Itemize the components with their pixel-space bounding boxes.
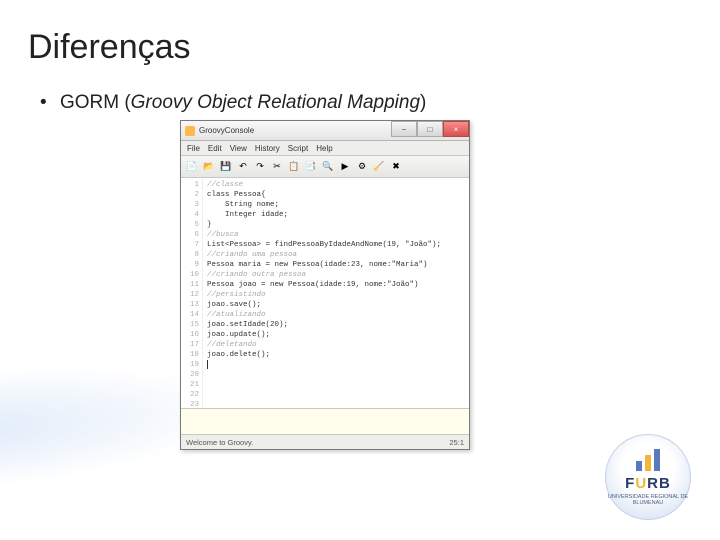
menu-file[interactable]: File bbox=[187, 144, 200, 153]
stop-icon[interactable]: ✖ bbox=[389, 160, 403, 174]
find-icon[interactable]: 🔍 bbox=[321, 160, 335, 174]
menu-view[interactable]: View bbox=[230, 144, 247, 153]
groovy-console-window: GroovyConsole − □ × File Edit View Histo… bbox=[180, 120, 470, 450]
clear-icon[interactable]: 🧹 bbox=[372, 160, 386, 174]
status-message: Welcome to Groovy. bbox=[186, 438, 253, 447]
window-titlebar[interactable]: GroovyConsole − □ × bbox=[181, 121, 469, 141]
open-icon[interactable]: 📂 bbox=[202, 160, 216, 174]
cursor-position: 25:1 bbox=[449, 438, 464, 447]
close-button[interactable]: × bbox=[443, 121, 469, 137]
furb-logo: FURB UNIVERSIDADE REGIONAL DE BLUMENAU bbox=[600, 434, 696, 520]
bullet-text-italic: Groovy Object Relational Mapping bbox=[131, 92, 420, 113]
menu-bar: File Edit View History Script Help bbox=[181, 141, 469, 156]
slide-title: Diferenças bbox=[28, 28, 191, 67]
run-icon[interactable]: ▶ bbox=[338, 160, 352, 174]
menu-edit[interactable]: Edit bbox=[208, 144, 222, 153]
save-icon[interactable]: 💾 bbox=[219, 160, 233, 174]
app-icon bbox=[185, 126, 195, 136]
config-icon[interactable]: ⚙ bbox=[355, 160, 369, 174]
window-title: GroovyConsole bbox=[199, 126, 254, 135]
window-controls: − □ × bbox=[391, 121, 469, 137]
logo-bars-icon bbox=[636, 449, 660, 471]
new-file-icon[interactable]: 📄 bbox=[185, 160, 199, 174]
output-pane[interactable] bbox=[181, 409, 469, 435]
menu-help[interactable]: Help bbox=[316, 144, 332, 153]
line-gutter: 1234567891011121314151617181920212223242… bbox=[181, 178, 203, 408]
bullet-gorm: • GORM (Groovy Object Relational Mapping… bbox=[40, 92, 426, 114]
logo-name: FURB bbox=[625, 475, 671, 492]
cut-icon[interactable]: ✂ bbox=[270, 160, 284, 174]
menu-history[interactable]: History bbox=[255, 144, 280, 153]
maximize-button[interactable]: □ bbox=[417, 121, 443, 137]
redo-icon[interactable]: ↷ bbox=[253, 160, 267, 174]
toolbar: 📄 📂 💾 ↶ ↷ ✂ 📋 📑 🔍 ▶ ⚙ 🧹 ✖ bbox=[181, 156, 469, 178]
bullet-text-suffix: ) bbox=[420, 92, 426, 113]
paste-icon[interactable]: 📑 bbox=[304, 160, 318, 174]
minimize-button[interactable]: − bbox=[391, 121, 417, 137]
copy-icon[interactable]: 📋 bbox=[287, 160, 301, 174]
code-area[interactable]: //classeclass Pessoa{ String nome; Integ… bbox=[203, 178, 469, 408]
logo-subtitle: UNIVERSIDADE REGIONAL DE BLUMENAU bbox=[606, 494, 690, 506]
bullet-text-prefix: GORM ( bbox=[60, 92, 131, 113]
code-editor[interactable]: 1234567891011121314151617181920212223242… bbox=[181, 178, 469, 409]
undo-icon[interactable]: ↶ bbox=[236, 160, 250, 174]
logo-circle: FURB UNIVERSIDADE REGIONAL DE BLUMENAU bbox=[605, 434, 691, 520]
menu-script[interactable]: Script bbox=[288, 144, 308, 153]
status-bar: Welcome to Groovy. 25:1 bbox=[181, 435, 469, 449]
bullet-dot: • bbox=[40, 92, 47, 113]
